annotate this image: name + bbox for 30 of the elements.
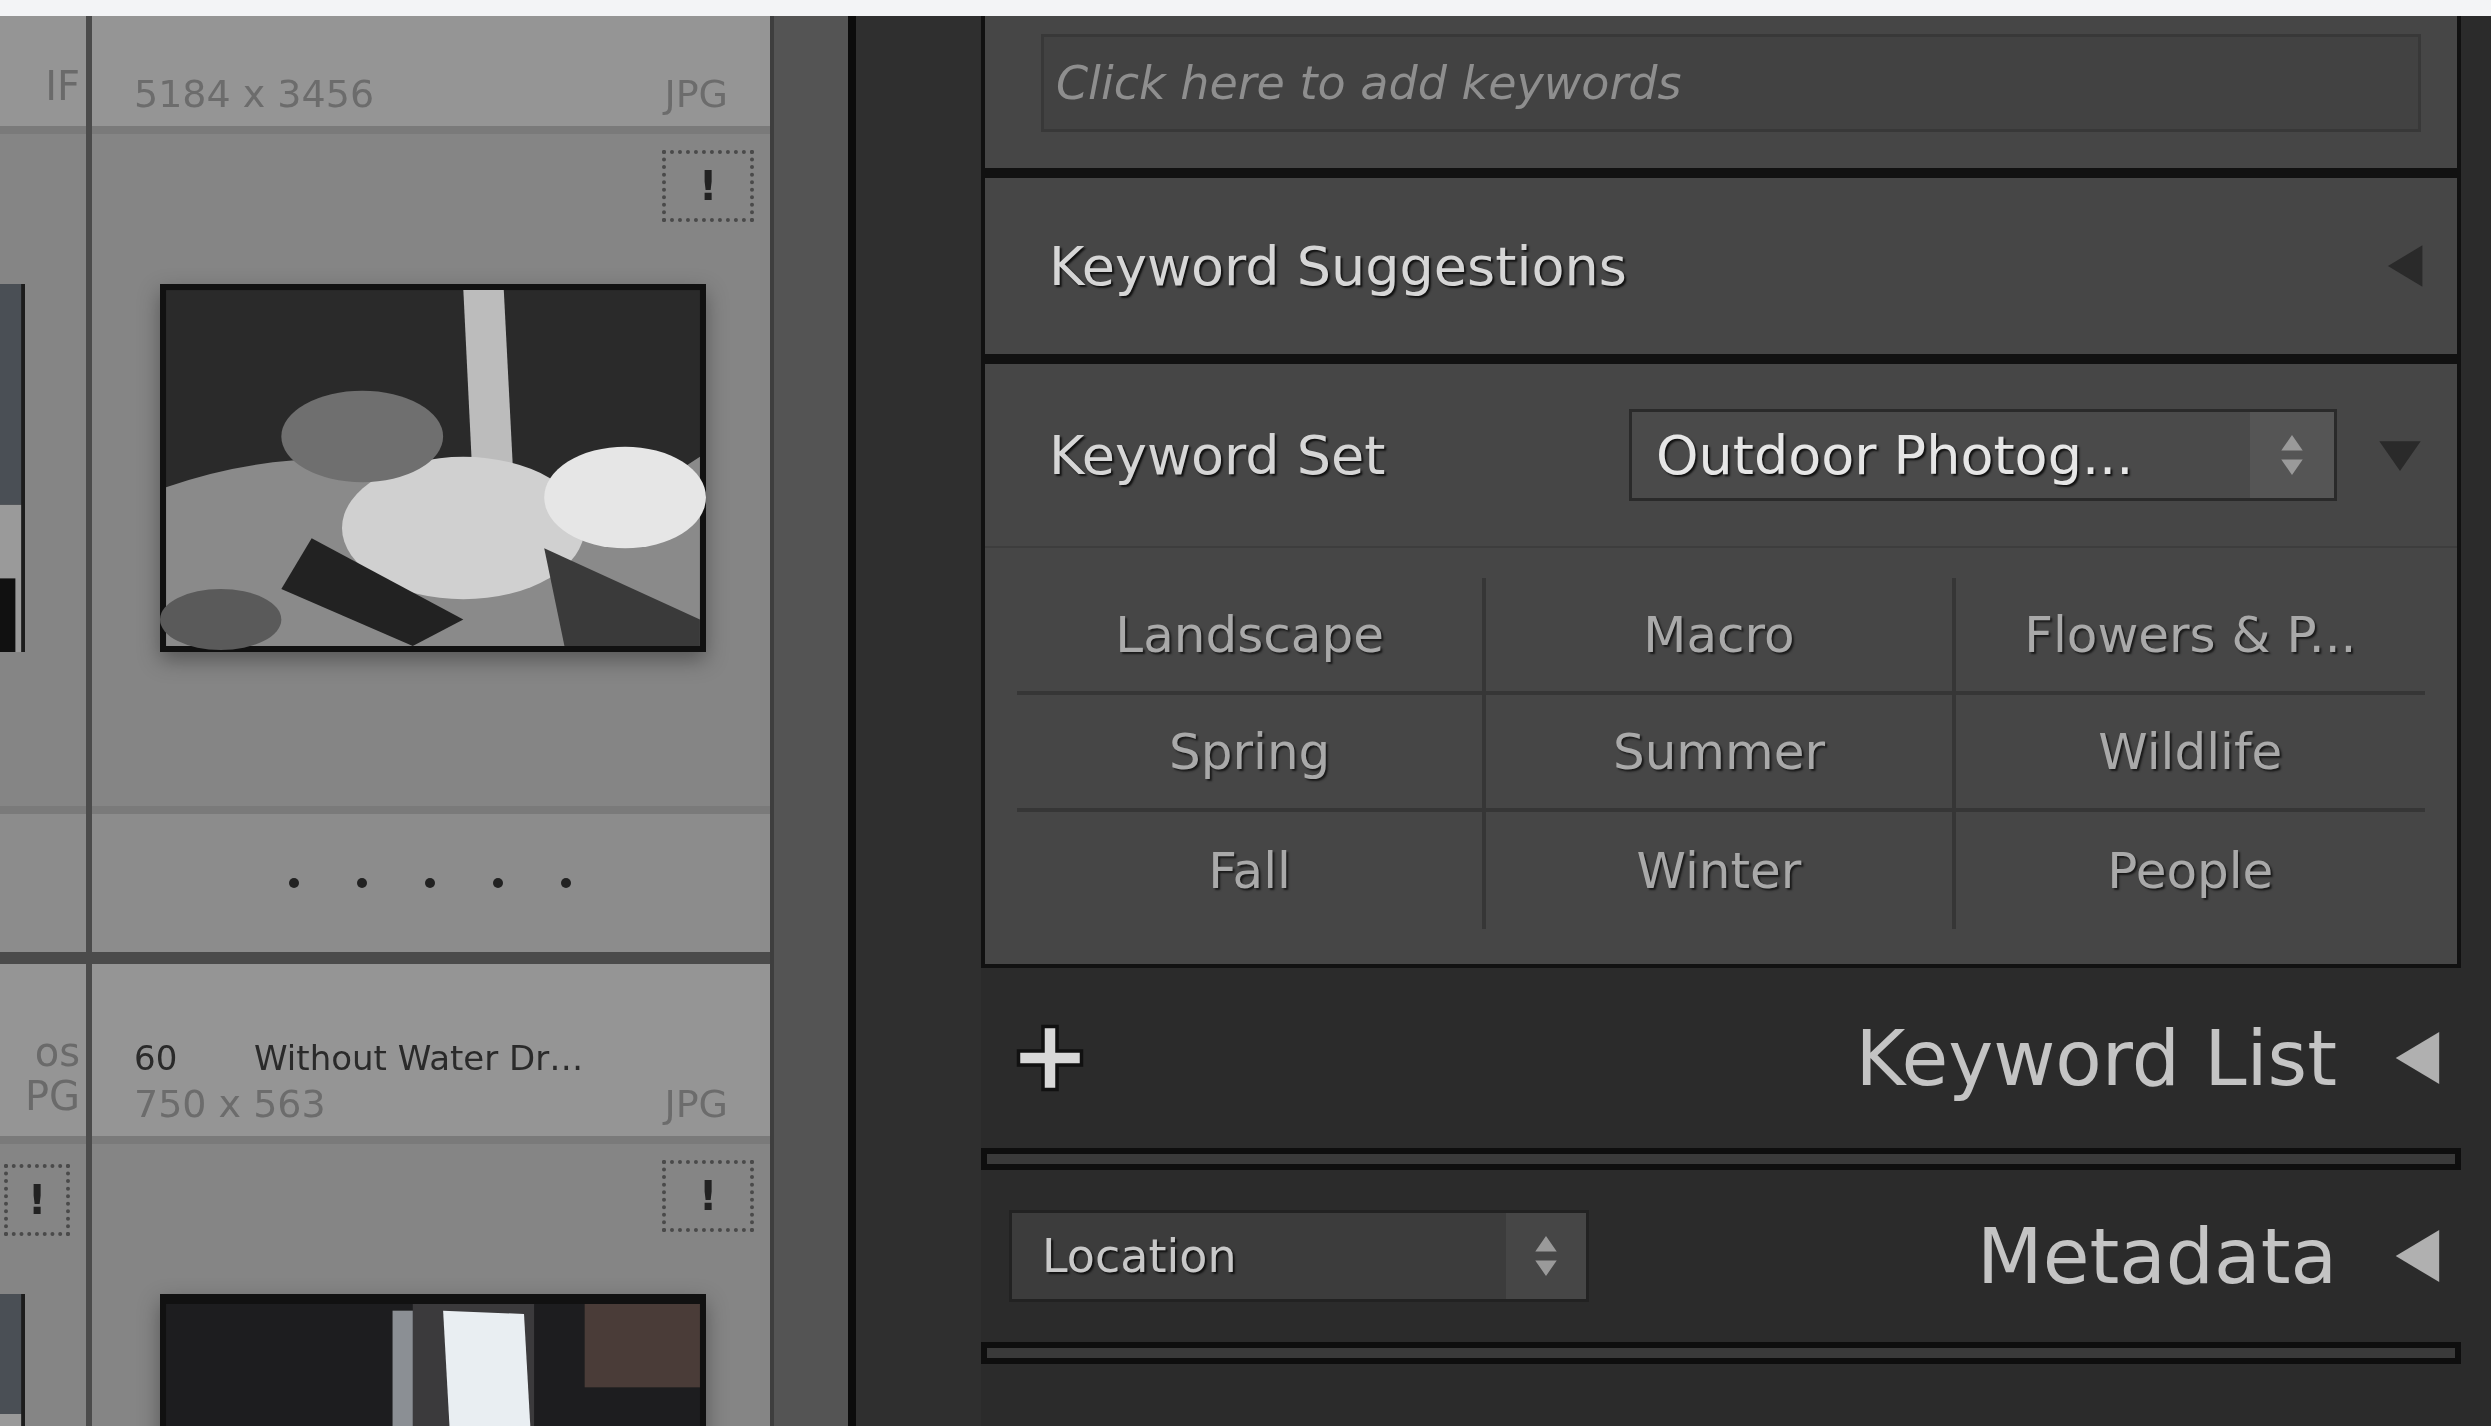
keyword-button[interactable]: People [1955,812,2425,929]
scroll-track[interactable] [770,16,848,1426]
keyword-button[interactable]: Wildlife [1955,695,2425,812]
section-label: Keyword Set [1049,423,1387,487]
keyword-button[interactable]: Fall [1017,812,1487,929]
thumbnail-cell[interactable]: ! [92,1144,770,1426]
keyword-button[interactable]: Landscape [1017,578,1487,695]
thumbnail-cell[interactable] [0,134,86,814]
metadata-preset-dropdown[interactable]: Location [1009,1210,1589,1302]
up-down-arrows-icon [1506,1213,1586,1299]
missing-file-badge[interactable]: ! [662,1160,754,1232]
photo-title: Without Water Dr… [254,1038,585,1078]
section-title: Metadata [1977,1211,2337,1301]
missing-file-badge[interactable]: ! [662,150,754,222]
keyword-button[interactable]: Macro [1486,578,1956,695]
missing-file-badge[interactable]: ! [4,1164,70,1236]
section-title: Keyword Suggestions [1049,234,1627,298]
keyword-input-field[interactable]: Click here to add keywords [1041,34,2421,132]
photo-number: 60 [134,1038,179,1078]
keyword-button[interactable]: Winter [1486,812,1956,929]
keyword-button[interactable]: Flowers & P... [1955,578,2425,695]
keyword-set-dropdown[interactable]: Outdoor Photog... [1629,409,2337,501]
panel-header[interactable]: Keyword Suggestions [981,172,2461,358]
plus-icon[interactable] [1015,1023,1085,1093]
keyword-button[interactable]: Summer [1486,695,1956,812]
section-title: Keyword List [1855,1013,2337,1103]
up-down-arrows-icon [2250,412,2334,498]
thumbnail-cell[interactable]: ! [92,134,770,814]
thumbnail-cell[interactable]: ! [0,1144,86,1426]
keyword-button[interactable]: Spring [1017,695,1487,812]
